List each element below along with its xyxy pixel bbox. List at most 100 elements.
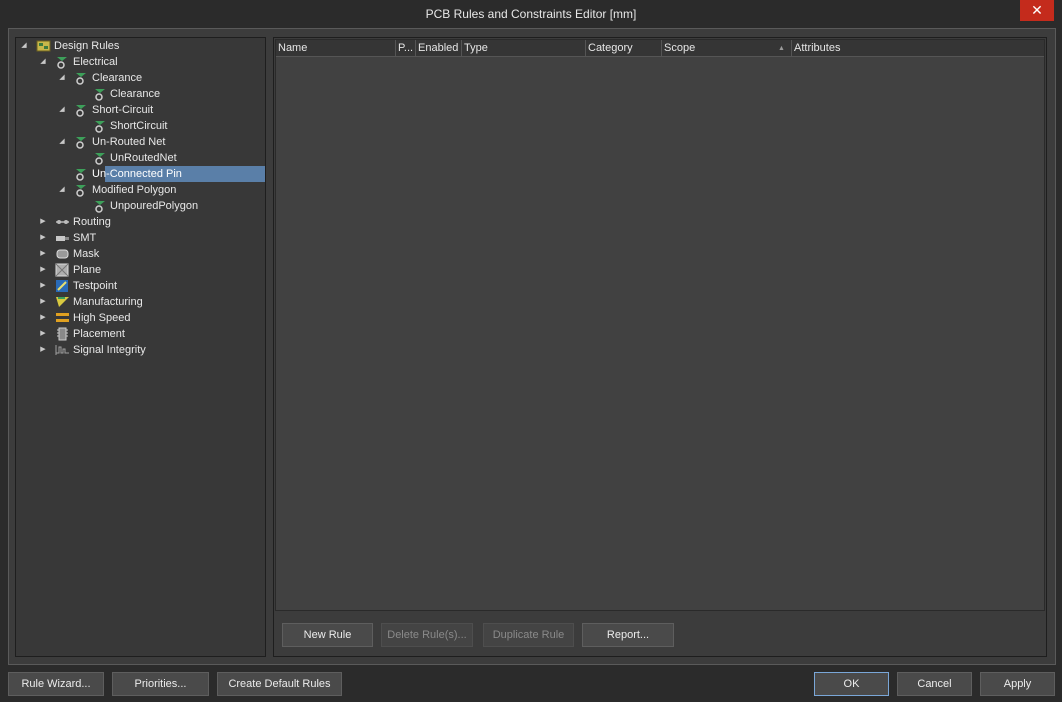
rules-tree[interactable]: ◢ Design Rules ◢ Electrical ◢ Clearance … bbox=[15, 37, 266, 657]
tree-item-label: Short-Circuit bbox=[92, 104, 154, 116]
tree-item-unpouredpolygon-rule[interactable]: UnpouredPolygon bbox=[16, 198, 265, 214]
tree-item-clearance[interactable]: ◢ Clearance bbox=[16, 70, 265, 86]
tree-item-label: Plane bbox=[73, 264, 102, 276]
tree-item-label: Testpoint bbox=[73, 280, 118, 292]
tree-item-signal-integrity[interactable]: ▶ Signal Integrity bbox=[16, 342, 265, 358]
expand-arrow-icon[interactable]: ▶ bbox=[38, 342, 48, 358]
high-speed-icon bbox=[55, 311, 70, 325]
collapse-arrow-icon[interactable]: ◢ bbox=[38, 54, 48, 70]
tree-item-label: Routing bbox=[73, 216, 111, 228]
column-header-type[interactable]: Type bbox=[462, 40, 586, 57]
expand-arrow-icon[interactable]: ▶ bbox=[38, 230, 48, 246]
tree-item-label: Manufacturing bbox=[73, 296, 143, 308]
expand-arrow-icon[interactable]: ▶ bbox=[38, 294, 48, 310]
report-button[interactable]: Report... bbox=[582, 623, 674, 647]
placement-icon bbox=[55, 327, 70, 341]
sort-ascending-icon: ▲ bbox=[778, 45, 785, 52]
tree-item-label: Mask bbox=[73, 248, 100, 260]
tree-item-routing[interactable]: ▶ Routing bbox=[16, 214, 265, 230]
manufacturing-icon bbox=[55, 295, 70, 309]
apply-button[interactable]: Apply bbox=[980, 672, 1055, 696]
ok-button[interactable]: OK bbox=[814, 672, 889, 696]
testpoint-icon bbox=[55, 279, 70, 293]
tree-item-label: Modified Polygon bbox=[92, 184, 177, 196]
collapse-arrow-icon[interactable]: ◢ bbox=[57, 134, 67, 150]
expand-arrow-icon[interactable]: ▶ bbox=[38, 262, 48, 278]
tree-item-label: Signal Integrity bbox=[73, 344, 146, 356]
tree-item-label: Un-Routed Net bbox=[92, 136, 166, 148]
tree-item-label: High Speed bbox=[73, 312, 131, 324]
rule-icon bbox=[93, 87, 108, 101]
expand-arrow-icon[interactable]: ▶ bbox=[38, 214, 48, 230]
new-rule-button[interactable]: New Rule bbox=[282, 623, 373, 647]
close-button[interactable]: ✕ bbox=[1020, 0, 1054, 21]
cancel-button[interactable]: Cancel bbox=[897, 672, 972, 696]
plane-icon bbox=[55, 263, 70, 277]
column-header-priority[interactable]: P... bbox=[396, 40, 416, 57]
tree-item-label: Clearance bbox=[92, 72, 143, 84]
electrical-icon bbox=[74, 167, 89, 181]
tree-item-unroutednet-rule[interactable]: UnRoutedNet bbox=[16, 150, 265, 166]
collapse-arrow-icon[interactable]: ◢ bbox=[57, 70, 67, 86]
tree-item-plane[interactable]: ▶ Plane bbox=[16, 262, 265, 278]
tree-item-un-routed-net[interactable]: ◢ Un-Routed Net bbox=[16, 134, 265, 150]
routing-icon bbox=[55, 215, 70, 229]
tree-item-label: Clearance bbox=[110, 88, 161, 100]
tree-item-label: Design Rules bbox=[54, 40, 120, 52]
rule-icon bbox=[93, 151, 108, 165]
tree-item-label: UnpouredPolygon bbox=[110, 200, 199, 212]
tree-item-label: Un-Connected Pin bbox=[92, 168, 182, 180]
electrical-icon bbox=[74, 71, 89, 85]
signal-integrity-icon bbox=[55, 343, 70, 357]
tree-item-design-rules[interactable]: ◢ Design Rules bbox=[16, 38, 265, 54]
electrical-icon bbox=[55, 55, 70, 69]
smt-icon bbox=[55, 231, 70, 245]
create-default-rules-button[interactable]: Create Default Rules bbox=[217, 672, 342, 696]
tree-item-placement[interactable]: ▶ Placement bbox=[16, 326, 265, 342]
collapse-arrow-icon[interactable]: ◢ bbox=[19, 38, 29, 54]
tree-item-label: ShortCircuit bbox=[110, 120, 168, 132]
tree-item-shortcircuit-rule[interactable]: ShortCircuit bbox=[16, 118, 265, 134]
rules-grid[interactable]: Name P... Enabled Type Category Scope ▲ … bbox=[275, 39, 1045, 611]
expand-arrow-icon[interactable]: ▶ bbox=[38, 326, 48, 342]
tree-item-electrical[interactable]: ◢ Electrical bbox=[16, 54, 265, 70]
tree-item-clearance-rule[interactable]: Clearance bbox=[16, 86, 265, 102]
delete-rule-button[interactable]: Delete Rule(s)... bbox=[381, 623, 473, 647]
priorities-button[interactable]: Priorities... bbox=[112, 672, 209, 696]
close-icon: ✕ bbox=[1031, 2, 1043, 18]
electrical-icon bbox=[74, 183, 89, 197]
window-title: PCB Rules and Constraints Editor [mm] bbox=[425, 7, 637, 21]
expand-arrow-icon[interactable]: ▶ bbox=[38, 278, 48, 294]
tree-item-label: UnRoutedNet bbox=[110, 152, 177, 164]
tree-item-label: Electrical bbox=[73, 56, 118, 68]
electrical-icon bbox=[74, 103, 89, 117]
tree-item-modified-polygon[interactable]: ◢ Modified Polygon bbox=[16, 182, 265, 198]
column-header-enabled[interactable]: Enabled bbox=[416, 40, 462, 57]
tree-item-manufacturing[interactable]: ▶ Manufacturing bbox=[16, 294, 265, 310]
design-rules-icon bbox=[36, 39, 51, 53]
expand-arrow-icon[interactable]: ▶ bbox=[38, 310, 48, 326]
column-header-name[interactable]: Name bbox=[276, 40, 396, 57]
electrical-icon bbox=[74, 135, 89, 149]
column-header-attributes[interactable]: Attributes bbox=[792, 40, 1044, 57]
tree-item-un-connected-pin[interactable]: Un-Connected Pin bbox=[16, 166, 265, 182]
rule-icon bbox=[93, 199, 108, 213]
column-header-category[interactable]: Category bbox=[586, 40, 662, 57]
duplicate-rule-button[interactable]: Duplicate Rule bbox=[483, 623, 574, 647]
tree-item-smt[interactable]: ▶ SMT bbox=[16, 230, 265, 246]
collapse-arrow-icon[interactable]: ◢ bbox=[57, 182, 67, 198]
column-header-scope[interactable]: Scope bbox=[662, 40, 792, 57]
title-bar: PCB Rules and Constraints Editor [mm] ✕ bbox=[0, 0, 1062, 28]
collapse-arrow-icon[interactable]: ◢ bbox=[57, 102, 67, 118]
tree-item-high-speed[interactable]: ▶ High Speed bbox=[16, 310, 265, 326]
mask-icon bbox=[55, 247, 70, 261]
tree-item-testpoint[interactable]: ▶ Testpoint bbox=[16, 278, 265, 294]
tree-item-short-circuit[interactable]: ◢ Short-Circuit bbox=[16, 102, 265, 118]
expand-arrow-icon[interactable]: ▶ bbox=[38, 246, 48, 262]
tree-item-label: Placement bbox=[73, 328, 125, 340]
tree-item-mask[interactable]: ▶ Mask bbox=[16, 246, 265, 262]
rule-wizard-button[interactable]: Rule Wizard... bbox=[8, 672, 104, 696]
rule-icon bbox=[93, 119, 108, 133]
tree-item-label: SMT bbox=[73, 232, 97, 244]
rules-grid-panel: Name P... Enabled Type Category Scope ▲ … bbox=[273, 37, 1047, 657]
